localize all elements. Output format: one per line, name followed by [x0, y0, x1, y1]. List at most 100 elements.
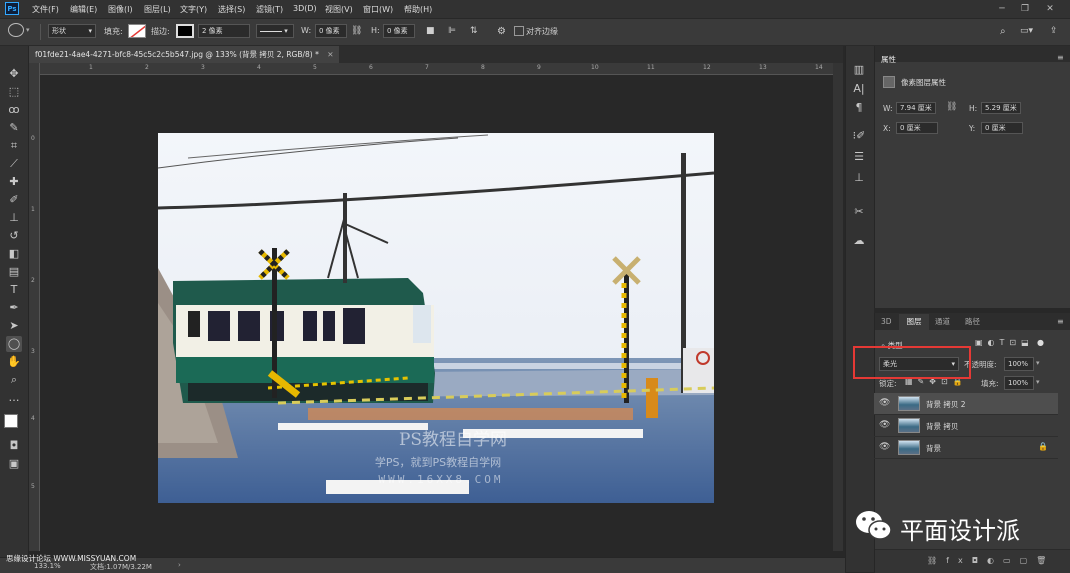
lasso-tool-icon[interactable]: ꝏ — [6, 102, 22, 118]
ellipse-tool-preset-icon[interactable] — [8, 23, 24, 37]
ruler-v-label: 5 — [31, 483, 35, 490]
document-image[interactable]: PS教程自学网 学PS，就到PS教程自学网 WWW.16XX8.COM — [158, 133, 714, 503]
layer-row[interactable]: 👁 背景 拷贝 — [874, 415, 1058, 437]
ellipse-tool-icon[interactable]: ◯ — [6, 336, 22, 352]
prop-width-field[interactable]: 7.94 厘米 — [896, 102, 936, 114]
brush-settings-icon[interactable]: ⁝✐ — [851, 128, 867, 144]
hand-tool-icon[interactable]: ✋ — [6, 354, 22, 370]
quick-select-tool-icon[interactable]: ✎ — [6, 120, 22, 136]
menu-view[interactable]: 视图(V) — [325, 4, 353, 15]
fill-field[interactable]: 100% — [1004, 376, 1034, 390]
menu-type[interactable]: 文字(Y) — [180, 4, 207, 15]
height-value: 0 像素 — [387, 27, 408, 35]
stroke-type-select[interactable]: ▾ — [256, 24, 294, 38]
shape-mode-select[interactable]: 形状 ▾ — [48, 24, 96, 38]
visibility-eye-icon[interactable]: 👁 — [879, 398, 890, 408]
eraser-tool-icon[interactable]: ◧ — [6, 246, 22, 262]
prop-height-field[interactable]: 5.29 厘米 — [981, 102, 1021, 114]
minimize-icon[interactable]: ─ — [992, 2, 1012, 16]
layers-scrollbar[interactable] — [1058, 390, 1068, 460]
share-icon[interactable]: ⇪ — [1050, 26, 1058, 36]
character-panel-icon[interactable]: A| — [851, 81, 867, 97]
menu-filter[interactable]: 滤镜(T) — [256, 4, 283, 15]
visibility-eye-icon[interactable]: 👁 — [879, 442, 890, 452]
tab-channels[interactable]: 通道 — [935, 314, 950, 330]
layer-row[interactable]: 👁 背景 🔒 — [874, 437, 1058, 459]
close-icon[interactable]: ✕ — [1040, 2, 1060, 16]
close-tab-icon[interactable]: ✕ — [327, 50, 333, 59]
ruler-h-label: 10 — [591, 64, 599, 71]
eyedropper-tool-icon[interactable]: ⟋ — [6, 156, 22, 172]
paragraph-panel-icon[interactable]: ¶ — [851, 100, 867, 116]
layers-menu-icon[interactable]: ≡ — [1057, 317, 1064, 326]
history-brush-tool-icon[interactable]: ↺ — [6, 228, 22, 244]
pen-tool-icon[interactable]: ✒ — [6, 300, 22, 316]
opacity-field[interactable]: 100% — [1004, 357, 1034, 371]
menu-select[interactable]: 选择(S) — [218, 4, 245, 15]
foreground-color-swatch[interactable] — [4, 414, 18, 428]
stamp-tool-icon[interactable]: ⊥ — [6, 210, 22, 226]
prop-x-field[interactable]: 0 厘米 — [896, 122, 938, 134]
doc-size-info[interactable]: 文档:1.07M/3.22M — [90, 562, 152, 572]
gear-icon[interactable]: ⚙ — [497, 26, 506, 37]
status-chevron-icon[interactable]: › — [178, 561, 181, 569]
menu-file[interactable]: 文件(F) — [32, 4, 59, 15]
filter-toggle-icon[interactable]: ● — [1037, 338, 1044, 347]
restore-icon[interactable]: ❐ — [1015, 2, 1035, 16]
quick-mask-icon[interactable]: ◘ — [6, 438, 22, 454]
workspace-icon[interactable]: ▭▾ — [1020, 26, 1033, 36]
tab-paths[interactable]: 路径 — [965, 314, 980, 330]
more-tools-icon[interactable]: … — [6, 390, 22, 406]
tool-presets-icon[interactable]: ✂ — [851, 204, 867, 220]
panel-menu-icon[interactable]: ≡ — [1057, 53, 1064, 62]
visibility-eye-icon[interactable]: 👁 — [879, 420, 890, 430]
fill-swatch[interactable] — [128, 24, 146, 38]
prop-y-field[interactable]: 0 厘米 — [981, 122, 1023, 134]
stroke-width-field[interactable]: 2 像素 — [198, 24, 250, 38]
fill-label: 填充: — [104, 27, 123, 36]
layer-filter-icons[interactable]: ▣◐T⊡⬓ — [975, 338, 1034, 347]
layer-footer-icons[interactable]: ⛓fx◘◐▭▢🗑 — [927, 556, 1055, 565]
fill-chevron-icon[interactable]: ▾ — [1036, 378, 1040, 386]
screen-mode-icon[interactable]: ▣ — [6, 456, 22, 472]
libraries-icon[interactable]: ☁ — [851, 233, 867, 249]
opacity-chevron-icon[interactable]: ▾ — [1036, 359, 1040, 367]
link-dimensions-icon[interactable]: ⛓ — [946, 102, 957, 112]
link-icon[interactable]: ⛓ — [351, 26, 362, 36]
clone-source-icon[interactable]: ⊥ — [851, 170, 867, 186]
menu-layer[interactable]: 图层(L) — [144, 4, 171, 15]
path-operations-icon[interactable]: ■ — [426, 26, 435, 36]
healing-brush-tool-icon[interactable]: ✚ — [6, 174, 22, 190]
path-select-tool-icon[interactable]: ➤ — [6, 318, 22, 334]
search-icon[interactable]: ⌕ — [1000, 26, 1006, 37]
type-tool-icon[interactable]: T — [6, 282, 22, 298]
tab-3d[interactable]: 3D — [881, 314, 892, 330]
preset-chevron-icon[interactable]: ▾ — [26, 26, 30, 34]
width-field[interactable]: 0 像素 — [315, 24, 347, 38]
menu-3d[interactable]: 3D(D) — [293, 4, 317, 13]
brush-tool-icon[interactable]: ✐ — [6, 192, 22, 208]
stroke-swatch[interactable] — [176, 24, 194, 38]
align-edges-checkbox[interactable] — [514, 26, 524, 36]
height-field[interactable]: 0 像素 — [383, 24, 415, 38]
move-tool-icon[interactable]: ✥ — [6, 66, 22, 82]
tab-layers[interactable]: 图层 — [899, 314, 929, 330]
history-panel-icon[interactable]: ▥ — [851, 62, 867, 78]
path-arrangement-icon[interactable]: ⇅ — [470, 26, 478, 36]
menu-help[interactable]: 帮助(H) — [404, 4, 432, 15]
menu-edit[interactable]: 编辑(E) — [70, 4, 97, 15]
vertical-scrollbar[interactable] — [833, 63, 843, 551]
properties-tab[interactable]: 属性 — [881, 52, 896, 68]
marquee-tool-icon[interactable]: ⬚ — [6, 84, 22, 100]
adjustments-panel-icon[interactable]: ☰ — [851, 149, 867, 165]
zoom-level[interactable]: 133.1% — [34, 562, 61, 570]
layer-row[interactable]: 👁 背景 拷贝 2 — [874, 393, 1058, 415]
document-tab[interactable]: f01fde21-4ae4-4271-bfc8-45c5c2c5b547.jpg… — [29, 46, 339, 63]
crop-tool-icon[interactable]: ⌗ — [6, 138, 22, 154]
gradient-tool-icon[interactable]: ▤ — [6, 264, 22, 280]
menu-window[interactable]: 窗口(W) — [363, 4, 393, 15]
zoom-tool-icon[interactable]: ⌕ — [6, 372, 22, 388]
path-alignment-icon[interactable]: ⊫ — [448, 26, 456, 36]
menu-image[interactable]: 图像(I) — [108, 4, 133, 15]
layer-thumbnail — [898, 440, 920, 455]
